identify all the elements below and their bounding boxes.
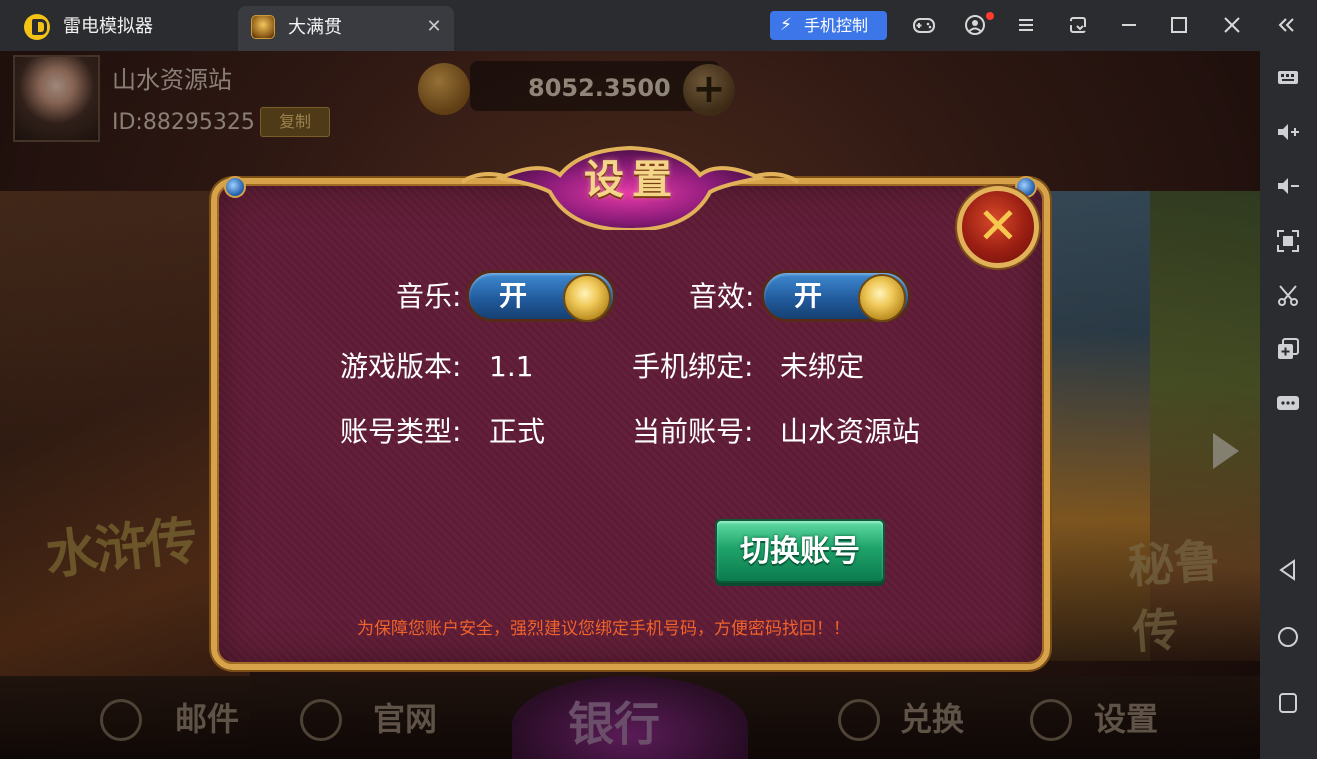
dialog-corner-gem-left: [224, 176, 246, 198]
title-bar: 雷电模拟器 大满贯 ✕ ⚡ 手机控制: [0, 0, 1317, 51]
mail-icon: [100, 699, 142, 741]
settings-dialog: [211, 178, 1050, 670]
account-type-value: 正式: [489, 415, 546, 448]
add-coins-button[interactable]: +: [683, 64, 735, 116]
toggle-knob: [563, 274, 611, 322]
scroll-right-arrow-icon[interactable]: [1213, 433, 1239, 469]
game-title-left: 水浒传: [42, 510, 199, 587]
collapse-sidebar-icon[interactable]: [1273, 12, 1299, 38]
coin-icon: [418, 63, 470, 115]
dialog-title: 设置: [584, 156, 680, 203]
gamepad-icon[interactable]: [911, 12, 937, 38]
bank-label: 银行: [568, 697, 660, 751]
phone-binding-value: 未绑定: [780, 350, 865, 383]
switch-account-label: 切换账号: [740, 534, 860, 569]
back-icon[interactable]: [1274, 556, 1302, 584]
phone-binding-label: 手机绑定:: [632, 350, 754, 383]
tab-title: 大满贯: [288, 17, 342, 38]
game-version-label: 游戏版本:: [340, 350, 462, 383]
scissors-icon[interactable]: [1274, 281, 1302, 309]
close-icon: ✕: [977, 197, 1019, 255]
close-window-icon[interactable]: [1219, 12, 1245, 38]
volume-down-icon[interactable]: [1274, 172, 1302, 200]
bottom-nav-exchange[interactable]: 兑换: [900, 699, 964, 739]
music-toggle-state: 开: [499, 279, 528, 312]
bottom-nav-settings[interactable]: 设置: [1094, 699, 1158, 739]
coin-balance: 8052.3500: [528, 74, 671, 102]
keyboard-mapping-icon[interactable]: [1274, 63, 1302, 91]
toggle-knob: [858, 274, 906, 322]
more-icon[interactable]: [1274, 389, 1302, 417]
notification-dot: [986, 12, 994, 20]
sound-effects-toggle[interactable]: 开: [761, 270, 911, 322]
lightning-icon: ⚡: [780, 15, 792, 35]
minimize-icon[interactable]: [1116, 12, 1142, 38]
bottom-nav-website[interactable]: 官网: [373, 699, 437, 739]
restore-window-icon[interactable]: [1065, 12, 1091, 38]
game-app-icon: [251, 15, 275, 39]
switch-account-button[interactable]: 切换账号: [715, 519, 885, 583]
account-icon[interactable]: [962, 12, 988, 38]
ldplayer-logo-icon: [24, 14, 50, 40]
app-name: 雷电模拟器: [63, 16, 153, 37]
current-account-label: 当前账号:: [632, 415, 754, 448]
security-warning-text: 为保障您账户安全，强烈建议您绑定手机号码，方便密码找回！！: [357, 619, 850, 639]
emulator-sidebar: [1260, 51, 1317, 759]
player-id: ID:88295325: [112, 110, 255, 135]
phone-control-button[interactable]: ⚡ 手机控制: [770, 11, 887, 40]
avatar[interactable]: [13, 55, 100, 142]
exchange-icon: [838, 699, 880, 741]
music-toggle[interactable]: 开: [466, 270, 616, 322]
multi-instance-icon[interactable]: [1274, 335, 1302, 363]
tab-game[interactable]: 大满贯 ✕: [238, 6, 454, 51]
bottom-nav-mail[interactable]: 邮件: [175, 699, 239, 739]
player-name: 山水资源站: [112, 66, 232, 94]
music-label: 音乐:: [396, 280, 462, 313]
menu-icon[interactable]: [1013, 12, 1039, 38]
phone-control-label: 手机控制: [804, 16, 869, 35]
gear-icon: [1030, 699, 1072, 741]
recent-apps-icon[interactable]: [1274, 689, 1302, 717]
fullscreen-icon[interactable]: [1274, 227, 1302, 255]
close-dialog-button[interactable]: ✕: [957, 186, 1039, 268]
emulator-window: 雷电模拟器 大满贯 ✕ ⚡ 手机控制 山水资源站 ID:88295325 复制 …: [0, 0, 1317, 759]
copy-id-button[interactable]: 复制: [260, 107, 330, 137]
sound-effects-toggle-state: 开: [794, 279, 823, 312]
home-icon[interactable]: [1274, 623, 1302, 651]
tab-close-icon[interactable]: ✕: [426, 16, 442, 38]
game-version-value: 1.1: [489, 350, 534, 383]
current-account-value: 山水资源站: [780, 415, 921, 448]
website-icon: [300, 699, 342, 741]
game-title-right: 秘鲁传: [1126, 533, 1222, 660]
volume-up-icon[interactable]: [1274, 118, 1302, 146]
sound-effects-label: 音效:: [689, 280, 755, 313]
account-type-label: 账号类型:: [340, 415, 462, 448]
maximize-icon[interactable]: [1166, 12, 1192, 38]
